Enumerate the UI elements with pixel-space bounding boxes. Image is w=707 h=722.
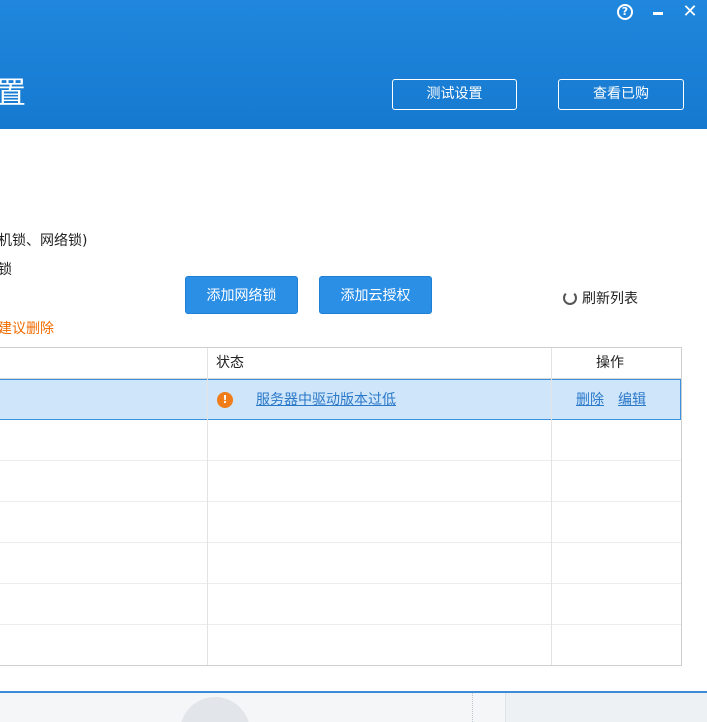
refresh-icon [563, 291, 577, 305]
status-link[interactable]: 服务器中驱动版本过低 [256, 380, 396, 421]
column-divider [551, 348, 552, 665]
close-icon[interactable]: ✕ [680, 0, 700, 24]
refresh-label: 刷新列表 [582, 291, 638, 307]
info-line-2: 锁 [0, 262, 12, 278]
table-row [0, 584, 681, 625]
page-title: 置 [0, 76, 27, 111]
help-icon-glyph: ? [617, 4, 633, 20]
lock-table: 状态 操作 ! 服务器中驱动版本过低 删除 编辑 [0, 347, 682, 666]
table-header: 状态 操作 [0, 348, 681, 379]
warning-icon: ! [217, 392, 233, 408]
warning-text: 建议删除 [0, 321, 54, 337]
table-row [0, 543, 681, 584]
edit-link[interactable]: 编辑 [618, 380, 646, 421]
table-row [0, 502, 681, 543]
add-network-lock-button[interactable]: 添加网络锁 [185, 276, 298, 314]
view-purchased-button[interactable]: 查看已购 [558, 79, 684, 110]
column-header-actions: 操作 [596, 355, 624, 371]
footer-separator [472, 693, 473, 722]
add-cloud-auth-button[interactable]: 添加云授权 [319, 276, 432, 314]
table-row [0, 625, 681, 666]
delete-link[interactable]: 删除 [576, 380, 604, 421]
column-divider [207, 348, 208, 665]
test-settings-button[interactable]: 测试设置 [392, 79, 517, 110]
header-bar: 置 ? ✕ 测试设置 查看已购 [0, 0, 707, 129]
footer-panel [505, 693, 707, 722]
table-row [0, 420, 681, 461]
info-line-1: 机锁、网络锁) [0, 233, 88, 249]
minimize-icon[interactable] [650, 0, 666, 24]
column-header-status: 状态 [216, 355, 244, 371]
refresh-list-button[interactable]: 刷新列表 [563, 289, 638, 309]
help-icon[interactable]: ? [614, 0, 634, 24]
table-row[interactable]: ! 服务器中驱动版本过低 删除 编辑 [0, 379, 681, 420]
table-row [0, 461, 681, 502]
